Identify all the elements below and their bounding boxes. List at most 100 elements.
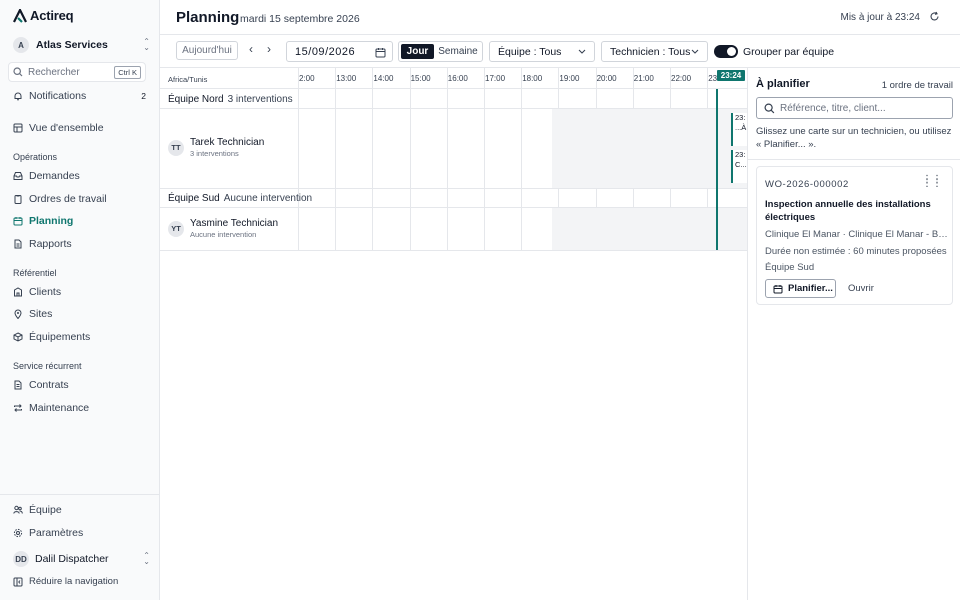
sidebar-item-team[interactable]: Équipe: [8, 500, 152, 520]
date-input[interactable]: 15/09/2026: [286, 41, 393, 62]
team-filter-value: Équipe : Tous: [498, 45, 562, 58]
grid-icon: [13, 123, 23, 133]
sidebar-item-settings[interactable]: Paramètres: [8, 523, 152, 543]
work-order-duration: Durée non estimée : 60 minutes proposées: [765, 246, 947, 257]
sidebar-item-label: Contrats: [29, 379, 69, 391]
hour-label: 14:00: [373, 74, 394, 83]
today-button[interactable]: Aujourd'hui: [176, 41, 238, 60]
user-menu[interactable]: DD Dalil Dispatcher ⌃ ⌄: [10, 549, 150, 569]
group-header-sud[interactable]: Équipe Sud Aucune intervention: [168, 193, 312, 204]
sidebar-item-label: Rapports: [29, 238, 72, 250]
intervention-card[interactable]: 23: ...À: [731, 113, 747, 146]
sidebar-item-label: Vue d'ensemble: [29, 122, 104, 134]
sidebar-item-work-orders[interactable]: Ordres de travail: [8, 189, 152, 209]
sidebar-item-notifications[interactable]: Notifications 2: [8, 86, 152, 106]
box-icon: [13, 332, 23, 342]
hour-label: 18:00: [522, 74, 543, 83]
search-icon: [13, 67, 23, 77]
sidebar-item-maintenance[interactable]: Maintenance: [8, 398, 152, 418]
technician-row-header[interactable]: TT Tarek Technician 3 interventions: [168, 137, 264, 158]
previous-day-icon[interactable]: ‹: [249, 42, 253, 56]
collapse-navigation-button[interactable]: Réduire la navigation: [13, 576, 118, 587]
view-day-tab[interactable]: Jour: [401, 44, 434, 59]
group-summary: Aucune intervention: [223, 193, 313, 204]
intervention-card[interactable]: 23: C...: [731, 150, 747, 183]
user-name: Dalil Dispatcher: [35, 553, 109, 565]
technician-avatar: TT: [168, 139, 184, 156]
current-time-badge: 23:24: [717, 70, 745, 81]
sidebar-item-label: Demandes: [29, 170, 80, 182]
sidebar-item-requests[interactable]: Demandes: [8, 166, 152, 186]
org-avatar: A: [13, 37, 29, 53]
planning-toolbar: Aujourd'hui ‹ › 15/09/2026 Jour Semaine …: [160, 35, 960, 68]
group-by-team-toggle[interactable]: [714, 45, 738, 58]
hour-label: 21:00: [633, 74, 654, 83]
technician-row-header[interactable]: YT Yasmine Technician Aucune interventio…: [168, 218, 278, 239]
timezone-label: Africa/Tunis: [168, 75, 208, 84]
work-order-card[interactable]: WO-2026-000002 ⋮⋮ ⋮⋮ Inspection annuelle …: [756, 166, 953, 305]
gear-icon: [13, 528, 23, 538]
drag-hint: Glissez une carte sur un technicien, ou …: [756, 126, 952, 150]
hour-label: 16:00: [447, 74, 468, 83]
next-day-icon[interactable]: ›: [267, 42, 271, 56]
sidebar-item-clients[interactable]: Clients: [8, 282, 152, 302]
work-order-team: Équipe Sud: [765, 262, 815, 273]
work-order-title: Inspection annuelle des installations él…: [765, 199, 931, 223]
chevron-down-icon: [691, 49, 699, 54]
technician-filter-select[interactable]: Technicien : Tous: [601, 41, 708, 62]
date-month: 09: [311, 45, 326, 58]
sidebar-item-label: Clients: [29, 286, 62, 298]
open-button[interactable]: Ouvrir: [848, 283, 874, 294]
hour-label: 19:00: [559, 74, 580, 83]
plan-button[interactable]: Planifier...: [765, 279, 836, 298]
unscheduled-search-placeholder: Référence, titre, client...: [780, 102, 886, 114]
hour-label: 2:00: [299, 74, 315, 83]
sidebar-item-contracts[interactable]: Contrats: [8, 375, 152, 395]
section-recurrent: Service récurrent: [13, 361, 82, 371]
sidebar-search-placeholder: Rechercher: [28, 66, 80, 78]
sidebar-item-overview[interactable]: Vue d'ensemble: [8, 118, 152, 138]
sidebar-item-label: Ordres de travail: [29, 193, 107, 205]
group-by-team-label: Grouper par équipe: [743, 46, 835, 58]
sidebar-item-reports[interactable]: Rapports: [8, 234, 152, 254]
current-time-line: [716, 89, 718, 250]
refresh-icon[interactable]: [929, 11, 940, 22]
sidebar-search[interactable]: Rechercher Ctrl K: [8, 62, 146, 82]
collapse-navigation-label: Réduire la navigation: [29, 576, 119, 587]
technician-filter-value: Technicien : Tous: [610, 45, 691, 58]
last-updated: Mis à jour à 23:24: [840, 12, 921, 23]
page-title: Planning: [176, 9, 240, 26]
hour-label: 13:00: [336, 74, 357, 83]
technician-avatar: YT: [168, 220, 184, 237]
sidebar: Actireq A Atlas Services ⌃ ⌄ Rechercher C…: [0, 0, 160, 600]
page-header: Planning mardi 15 septembre 2026 Mis à j…: [160, 0, 960, 35]
sidebar-item-planning[interactable]: Planning: [8, 211, 152, 231]
technician-summary: 3 interventions: [190, 149, 239, 158]
group-summary: 3 interventions: [227, 94, 293, 105]
brand-name: Actireq: [30, 8, 74, 23]
unscheduled-search-input[interactable]: Référence, titre, client...: [756, 97, 953, 119]
group-header-nord[interactable]: Équipe Nord 3 interventions: [168, 94, 293, 105]
view-week-tab[interactable]: Semaine: [436, 44, 480, 59]
drag-handle-icon[interactable]: ⋮⋮ ⋮⋮: [922, 175, 942, 189]
brand-logo[interactable]: Actireq: [13, 8, 74, 23]
date-year: 2026: [328, 45, 356, 58]
technician-name: Yasmine Technician: [190, 218, 279, 229]
sidebar-item-label: Paramètres: [29, 527, 84, 539]
hour-label: 20:00: [596, 74, 617, 83]
chevron-up-down-icon: ⌃ ⌄: [143, 37, 150, 52]
search-icon: [764, 102, 775, 113]
search-shortcut: Ctrl K: [114, 65, 141, 79]
work-order-reference: WO-2026-000002: [765, 179, 849, 190]
technician-summary: Aucune intervention: [190, 230, 257, 239]
org-switcher[interactable]: A Atlas Services ⌃ ⌄: [10, 35, 150, 55]
calendar-plus-icon: [773, 284, 783, 293]
team-filter-select[interactable]: Équipe : Tous: [489, 41, 595, 62]
chevron-down-icon: [578, 49, 586, 54]
hour-label: 17:00: [485, 74, 506, 83]
sidebar-item-equipment[interactable]: Équipements: [8, 327, 152, 347]
sidebar-item-sites[interactable]: Sites: [8, 304, 152, 324]
event-title: ...À: [735, 123, 747, 132]
unscheduled-count: 1 ordre de travail: [881, 80, 953, 91]
calendar-icon[interactable]: [375, 47, 386, 58]
